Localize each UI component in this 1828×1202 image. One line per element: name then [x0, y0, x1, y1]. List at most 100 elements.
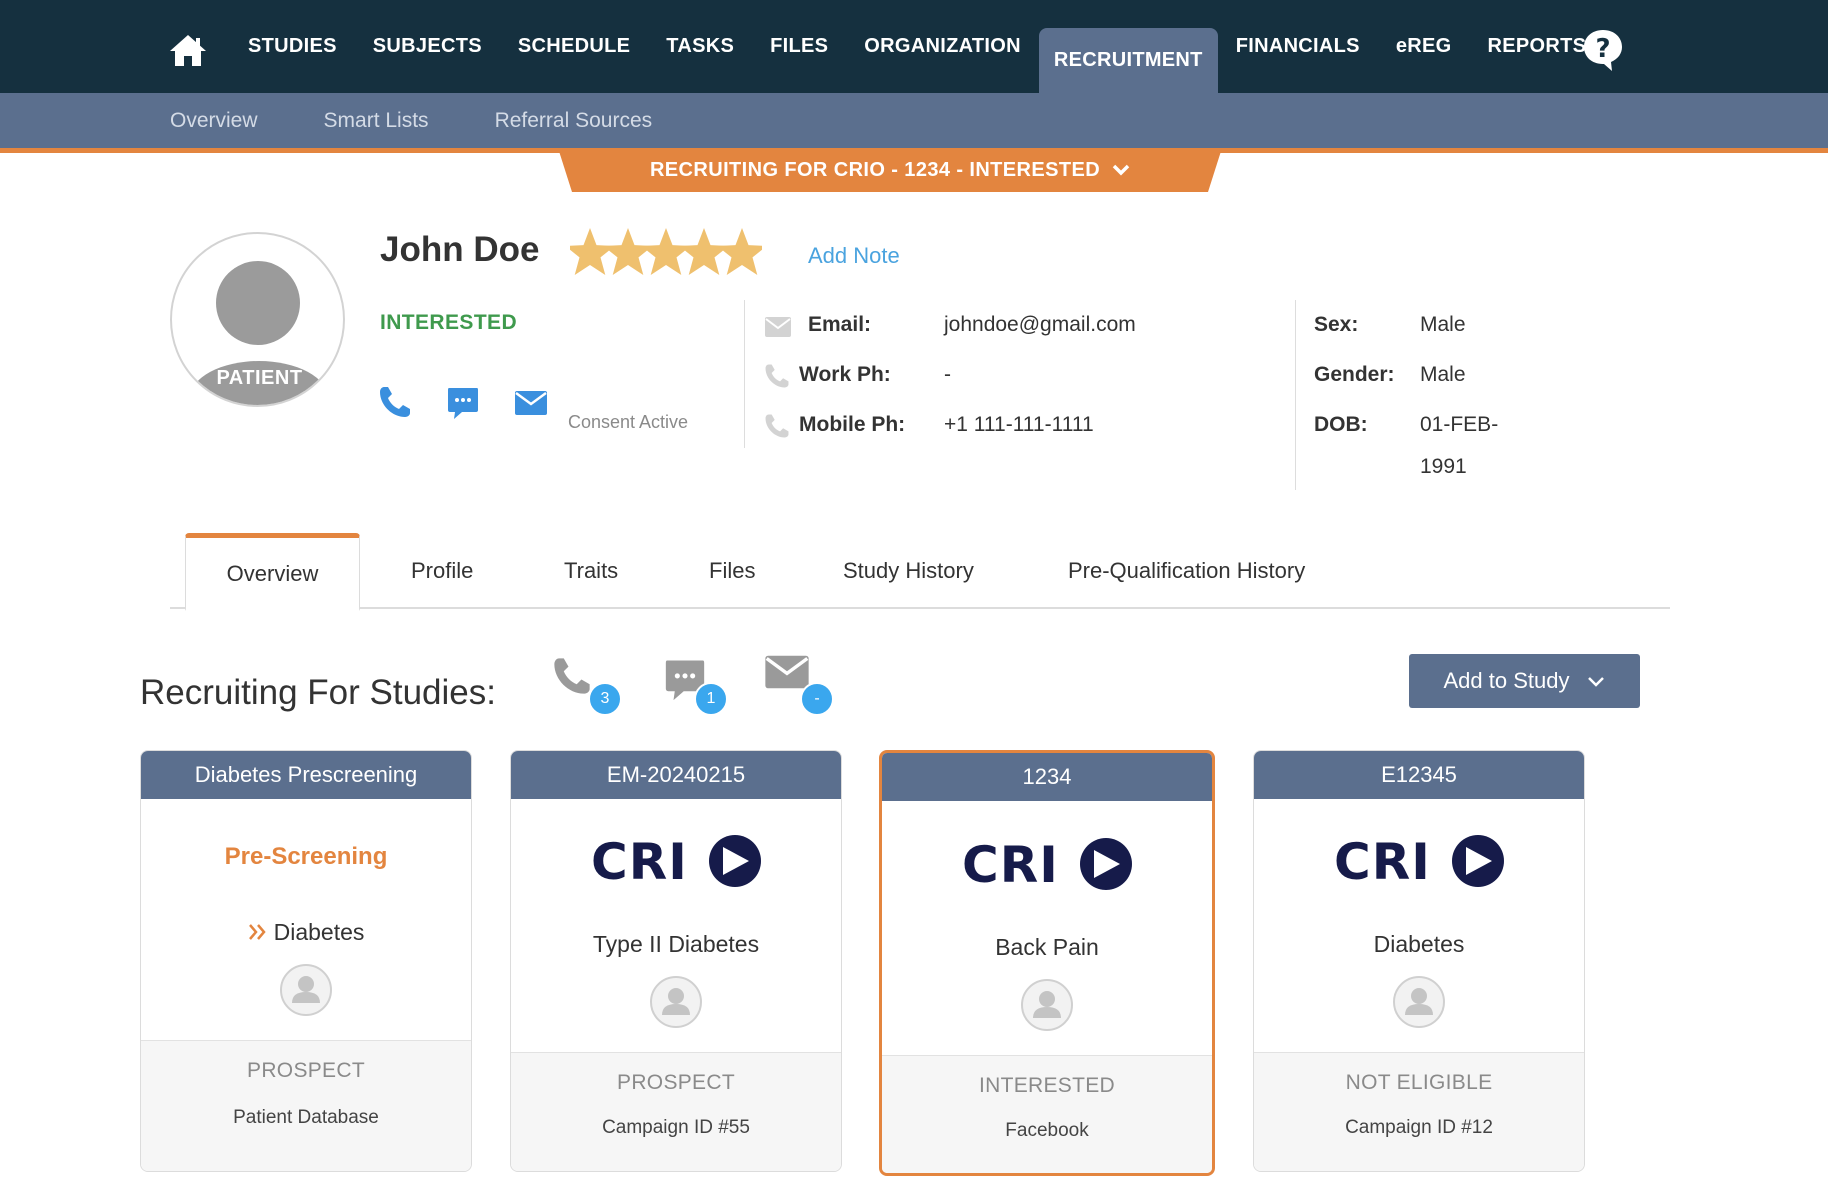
study-card-condition: Back Pain [995, 934, 1099, 960]
patient-tabs: Overview Profile Traits Files Study Hist… [170, 533, 1670, 611]
dob-value-line2: 1991 [1420, 455, 1467, 478]
add-to-study-button[interactable]: Add to Study [1409, 654, 1640, 708]
user-placeholder-icon [279, 963, 333, 1017]
study-card-status: INTERESTED [978, 1074, 1115, 1097]
tab-profile[interactable]: Profile [411, 533, 473, 609]
mobile-phone-value[interactable]: +1 111-111-1111 [944, 413, 1094, 437]
study-card-em-20240215[interactable]: EM-20240215 CRI Type II Diabetes PROSPEC… [510, 750, 842, 1172]
nav-financials[interactable]: FINANCIALS [1218, 0, 1378, 93]
nav-studies[interactable]: STUDIES [230, 0, 355, 93]
message-count-badge: 1 [694, 682, 728, 716]
crio-logo: CRI [591, 833, 763, 894]
study-card-footer: PROSPECT Campaign ID #55 [511, 1052, 841, 1171]
study-card-footer: PROSPECT Patient Database [141, 1040, 471, 1171]
sub-nav-items: Overview Smart Lists Referral Sources [170, 93, 718, 148]
add-note-link[interactable]: Add Note [808, 243, 900, 269]
email-count-badge: - [800, 682, 834, 716]
consent-status: Consent Active [568, 412, 689, 432]
chat-icon[interactable] [446, 386, 480, 427]
email-label: Email: [808, 313, 872, 336]
star-icon[interactable] [641, 228, 691, 275]
study-card-source: Patient Database [233, 1107, 379, 1128]
nav-recruitment[interactable]: RECRUITMENT [1038, 28, 1218, 93]
sub-navigation: Overview Smart Lists Referral Sources [0, 93, 1828, 148]
pre-screening-label: Pre-Screening [224, 843, 388, 870]
double-chevron-right-icon [248, 920, 268, 947]
chevron-down-icon [1112, 159, 1130, 182]
email-icon[interactable] [514, 390, 548, 421]
header-divider-2 [1295, 300, 1296, 490]
work-phone-label: Work Ph: [799, 363, 891, 386]
tab-overview[interactable]: Overview [185, 533, 360, 611]
study-card-condition-row: Diabetes [141, 919, 471, 947]
crio-logo-text: CRI [1334, 833, 1431, 889]
study-card-diabetes-prescreening[interactable]: Diabetes Prescreening Pre-Screening Diab… [140, 750, 472, 1172]
study-card-1234[interactable]: 1234 CRI Back Pain INTERESTED Facebook [879, 750, 1215, 1176]
recruiting-for-studies-title: Recruiting For Studies: [140, 673, 496, 712]
nav-ereg[interactable]: eREG [1378, 0, 1470, 93]
email-value[interactable]: johndoe@gmail.com [944, 313, 1136, 337]
nav-subjects[interactable]: SUBJECTS [355, 0, 500, 93]
star-rating[interactable] [565, 224, 767, 280]
svg-text:?: ? [1595, 34, 1610, 64]
home-icon[interactable] [168, 32, 208, 68]
study-card-header: E12345 [1254, 751, 1584, 799]
nav-tasks[interactable]: TASKS [648, 0, 752, 93]
recruiting-for-dropdown[interactable]: RECRUITING FOR CRIO - 1234 - INTERESTED [558, 148, 1222, 196]
call-count-badge: 3 [588, 682, 622, 716]
email-info-icon [764, 316, 792, 343]
subnav-overview[interactable]: Overview [170, 109, 258, 133]
study-card-header: 1234 [882, 753, 1212, 801]
study-card-footer: INTERESTED Facebook [882, 1055, 1212, 1173]
help-bubble-icon[interactable]: ? [1582, 28, 1624, 72]
call-count-phone-icon[interactable] [552, 656, 592, 701]
study-card-e12345[interactable]: E12345 CRI Diabetes NOT ELIGIBLE Campaig… [1253, 750, 1585, 1172]
star-icon[interactable] [565, 228, 615, 275]
patient-status: INTERESTED [380, 311, 518, 334]
chevron-down-icon [1587, 668, 1605, 694]
phone-icon[interactable] [378, 385, 412, 424]
study-card-header: Diabetes Prescreening [141, 751, 471, 799]
add-to-study-label: Add to Study [1443, 668, 1570, 693]
nav-organization[interactable]: ORGANIZATION [846, 0, 1039, 93]
crio-logo: CRI [1334, 833, 1506, 894]
crio-logo-text: CRI [591, 833, 688, 889]
mobile-phone-icon [764, 413, 790, 444]
nav-files[interactable]: FILES [752, 0, 846, 93]
gender-label: Gender: [1314, 363, 1395, 386]
work-phone-value: - [944, 363, 951, 386]
work-phone-icon [764, 363, 790, 394]
study-card-status: PROSPECT [617, 1071, 735, 1094]
mobile-phone-label: Mobile Ph: [799, 413, 906, 436]
subnav-referral-sources[interactable]: Referral Sources [495, 109, 653, 133]
star-icon[interactable] [603, 228, 653, 275]
tab-study-history[interactable]: Study History [843, 533, 974, 609]
tab-files[interactable]: Files [709, 533, 755, 609]
tab-pre-qualification-history[interactable]: Pre-Qualification History [1068, 533, 1305, 609]
user-placeholder-icon [1392, 975, 1446, 1029]
main-nav-items: STUDIES SUBJECTS SCHEDULE TASKS FILES OR… [230, 0, 1604, 93]
crio-logo-text: CRI [962, 836, 1059, 892]
star-icon[interactable] [679, 228, 729, 275]
tab-traits[interactable]: Traits [564, 533, 618, 609]
dob-label: DOB: [1314, 413, 1368, 436]
patient-name: John Doe [380, 230, 540, 269]
study-card-source: Facebook [1005, 1120, 1089, 1141]
study-card-header: EM-20240215 [511, 751, 841, 799]
sex-value: Male [1420, 313, 1466, 336]
patient-avatar: PATIENT [170, 232, 345, 407]
study-card-condition: Diabetes [1373, 931, 1465, 957]
study-card-condition: Diabetes [273, 919, 365, 945]
top-navigation: STUDIES SUBJECTS SCHEDULE TASKS FILES OR… [0, 0, 1828, 93]
study-card-source: Campaign ID #55 [602, 1117, 750, 1138]
star-icon[interactable] [717, 228, 767, 275]
crio-logo: CRI [962, 836, 1134, 897]
study-card-source: Campaign ID #12 [1345, 1117, 1493, 1138]
subnav-smart-lists[interactable]: Smart Lists [324, 109, 429, 133]
patient-badge-label: PATIENT [216, 367, 303, 389]
study-card-status: NOT ELIGIBLE [1345, 1071, 1493, 1094]
study-card-condition: Type II Diabetes [592, 931, 760, 957]
nav-schedule[interactable]: SCHEDULE [500, 0, 648, 93]
user-placeholder-icon [649, 975, 703, 1029]
study-card-footer: NOT ELIGIBLE Campaign ID #12 [1254, 1052, 1584, 1171]
